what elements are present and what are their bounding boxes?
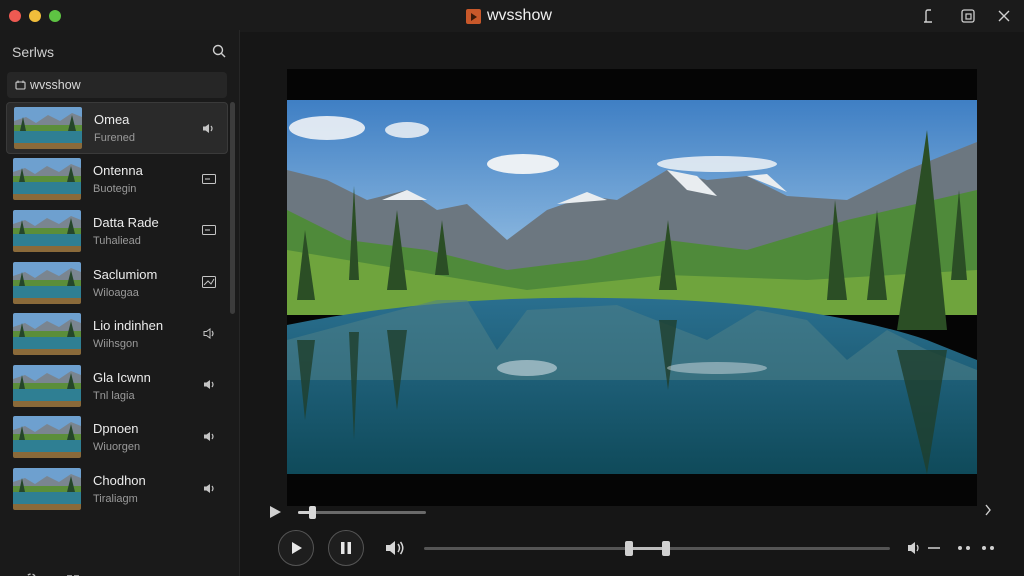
image-icon[interactable] <box>202 275 216 288</box>
list-item[interactable]: Lio indinhen Wiihsgon <box>6 308 228 360</box>
app-title: wvsshow <box>487 7 552 24</box>
speaker-icon[interactable] <box>201 122 215 134</box>
video-player[interactable] <box>287 69 977 506</box>
close-window-button[interactable] <box>9 10 21 22</box>
episode-title: Omea <box>94 111 130 127</box>
volume-handle-end[interactable] <box>662 541 671 556</box>
volume-slider[interactable] <box>424 541 890 556</box>
more-dots-icon[interactable] <box>957 545 971 551</box>
pin-icon[interactable] <box>918 6 938 26</box>
list-item[interactable]: Dpnoen Wiuorgen <box>6 412 228 464</box>
volume-handle-start[interactable] <box>625 541 634 556</box>
episode-thumbnail <box>14 106 82 149</box>
video-frame-landscape <box>287 100 977 474</box>
app-title-group: wvsshow <box>466 6 552 26</box>
episode-thumbnail <box>13 313 81 356</box>
episode-thumbnail <box>13 209 81 252</box>
episode-title: Chodhon <box>93 472 146 488</box>
episode-thumbnail <box>13 158 81 201</box>
search-icon[interactable] <box>212 44 226 58</box>
speaker-icon[interactable] <box>202 379 216 391</box>
episode-subtitle: Wiloagaa <box>93 286 139 299</box>
seek-bar[interactable] <box>298 506 426 519</box>
caption-icon[interactable] <box>202 173 216 185</box>
episode-text: Lio indinhen Wiihsgon <box>93 318 193 350</box>
episode-subtitle: Tiraliagm <box>93 492 138 505</box>
episode-text: Datta Rade Tuhaliead <box>93 215 193 247</box>
episode-thumbnail <box>13 364 81 407</box>
title-bar: wvsshow <box>0 0 1024 32</box>
play-icon <box>292 542 302 554</box>
episode-text: Chodhon Tiraliagm <box>93 473 193 505</box>
episode-list: Omea Furened Ontenna Buotegin Datta Rade Tuha… <box>6 102 228 522</box>
settings-icon[interactable] <box>22 570 40 576</box>
search-bar <box>4 38 236 66</box>
list-item[interactable]: Gla Icwnn Tnl lagia <box>6 360 228 412</box>
volume-icon[interactable] <box>384 539 406 557</box>
channel-row[interactable]: wvsshow <box>7 72 227 98</box>
speaker-icon[interactable] <box>202 482 216 494</box>
list-item[interactable]: Ontenna Buotegin <box>6 154 228 206</box>
volume-fill <box>629 547 667 550</box>
episode-thumbnail <box>13 416 81 459</box>
list-item[interactable]: Saclumiom Wiloagaa <box>6 257 228 309</box>
sidebar-scrollbar[interactable] <box>230 102 235 314</box>
episode-subtitle: Buotegin <box>93 183 137 196</box>
episode-title: Saclumiom <box>93 266 158 282</box>
close-icon[interactable] <box>994 6 1014 26</box>
episode-subtitle: Furened <box>94 131 135 144</box>
list-item[interactable]: Chodhon Tiraliagm <box>6 463 228 515</box>
zoom-window-button[interactable] <box>49 10 61 22</box>
play-button[interactable] <box>278 530 314 566</box>
sidebar: wvsshow Omea Furened Ontenna Buotegin Datta … <box>0 30 240 576</box>
episode-subtitle: Tnl lagia <box>93 389 135 402</box>
episode-title: Gla Icwnn <box>93 369 151 385</box>
pause-button[interactable] <box>328 530 364 566</box>
speaker-icon[interactable] <box>202 431 216 443</box>
list-item[interactable]: Omea Furened <box>6 102 228 154</box>
episode-subtitle: Tuhaliead <box>93 234 141 247</box>
app-logo-icon <box>466 8 481 24</box>
pause-icon <box>341 542 351 554</box>
channel-icon <box>15 80 26 90</box>
shuffle-icon[interactable] <box>64 570 82 576</box>
speaker-outline-icon[interactable] <box>202 327 216 339</box>
episode-text: Dpnoen Wiuorgen <box>93 421 193 453</box>
small-play-icon[interactable] <box>268 505 282 519</box>
episode-subtitle: Wiuorgen <box>93 441 141 454</box>
episode-text: Gla Icwnn Tnl lagia <box>93 370 193 402</box>
episode-subtitle: Wiihsgon <box>93 338 139 351</box>
episode-title: Ontenna <box>93 163 143 179</box>
episode-text: Ontenna Buotegin <box>93 163 193 195</box>
options-dots-icon[interactable] <box>981 545 995 551</box>
search-input[interactable] <box>12 44 202 60</box>
caption-icon[interactable] <box>202 224 216 236</box>
chevron-right-icon[interactable] <box>984 503 992 519</box>
picture-in-picture-icon[interactable] <box>958 6 978 26</box>
seek-handle[interactable] <box>309 506 317 519</box>
episode-text: Omea Furened <box>94 112 194 144</box>
minimize-window-button[interactable] <box>29 10 41 22</box>
list-item[interactable]: Datta Rade Tuhaliead <box>6 205 228 257</box>
volume-low-icon[interactable] <box>906 540 942 556</box>
episode-thumbnail <box>13 261 81 304</box>
channel-label: wvsshow <box>30 78 81 92</box>
episode-title: Lio indinhen <box>93 318 164 334</box>
episode-title: Dpnoen <box>93 421 139 437</box>
episode-title: Datta Rade <box>93 214 159 230</box>
episode-thumbnail <box>13 467 81 510</box>
episode-text: Saclumiom Wiloagaa <box>93 267 193 299</box>
